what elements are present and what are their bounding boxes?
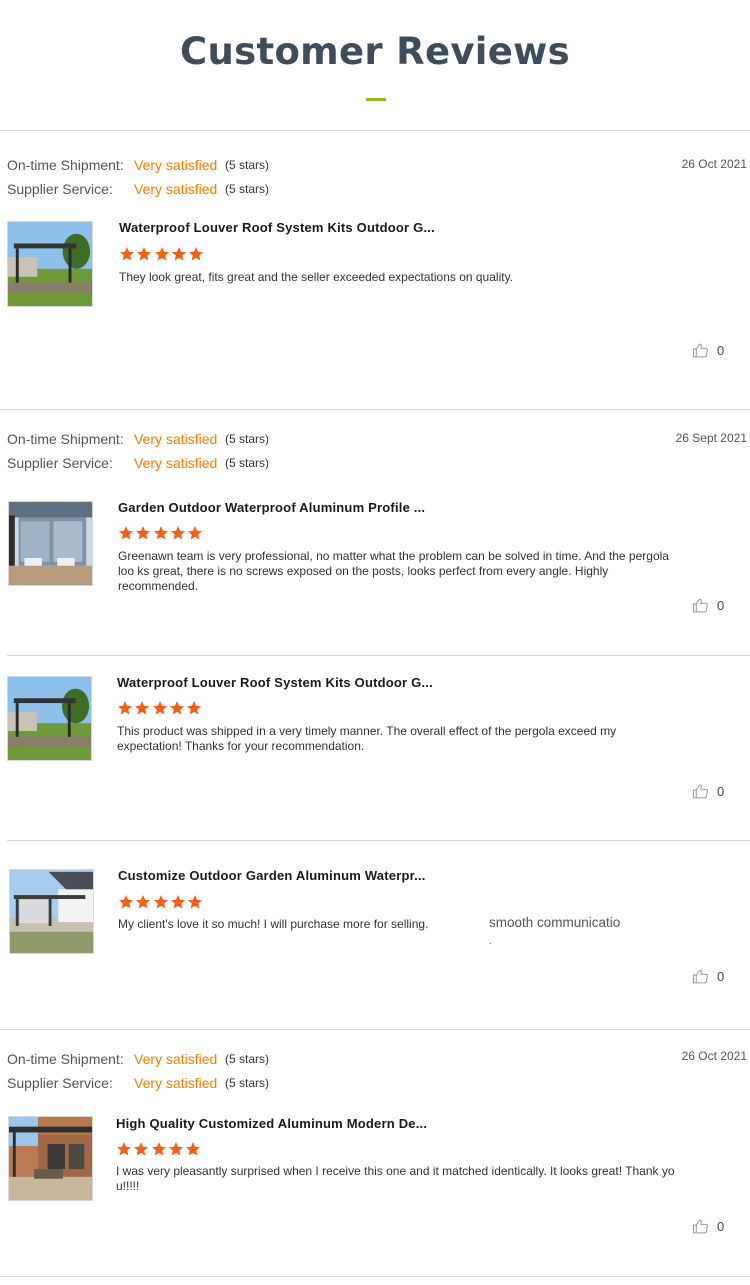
product-title-link[interactable]: Waterproof Louver Roof System Kits Outdo… bbox=[119, 220, 435, 235]
product-thumbnail[interactable] bbox=[7, 676, 92, 761]
shipment-rating: Very satisfied bbox=[134, 1051, 218, 1067]
product-thumbnail[interactable] bbox=[7, 221, 93, 307]
review-text: I was very pleasantly surprised when I r… bbox=[116, 1164, 675, 1193]
star-icon bbox=[185, 1141, 201, 1157]
thumbs-up-icon bbox=[692, 784, 708, 799]
like-button[interactable]: 0 bbox=[692, 342, 732, 362]
like-button[interactable]: 0 bbox=[692, 968, 732, 988]
shipment-stars-count: (5 stars) bbox=[225, 432, 270, 446]
header-divider bbox=[0, 130, 750, 131]
review-date: 26 Oct 2021 bbox=[681, 1049, 747, 1063]
review-date: 26 Oct 2021 bbox=[681, 157, 747, 171]
service-rating: Very satisfied bbox=[134, 1075, 218, 1091]
star-icon bbox=[170, 525, 186, 541]
star-icon bbox=[118, 525, 134, 541]
review-text: They look great, fits great and the sell… bbox=[119, 270, 514, 284]
group-divider bbox=[0, 1276, 750, 1277]
item-divider bbox=[7, 840, 750, 841]
thumbs-up-icon bbox=[692, 343, 708, 358]
star-icon bbox=[134, 700, 150, 716]
star-icon bbox=[136, 246, 152, 262]
like-button[interactable]: 0 bbox=[692, 597, 732, 617]
service-label: Supplier Service: bbox=[7, 1075, 113, 1091]
star-icon bbox=[169, 700, 185, 716]
title-underline bbox=[366, 98, 386, 101]
shipment-stars-count: (5 stars) bbox=[225, 158, 270, 172]
star-rating bbox=[118, 894, 204, 910]
star-icon bbox=[152, 700, 168, 716]
product-thumbnail[interactable] bbox=[8, 501, 93, 586]
product-thumbnail[interactable] bbox=[9, 869, 94, 954]
group-divider bbox=[0, 1029, 750, 1030]
star-icon bbox=[188, 246, 204, 262]
star-rating bbox=[116, 1141, 202, 1157]
star-icon bbox=[153, 894, 169, 910]
group-divider bbox=[0, 409, 750, 410]
thumbs-up-icon bbox=[692, 1219, 708, 1234]
page-title: Customer Reviews bbox=[180, 30, 570, 73]
star-icon bbox=[170, 894, 186, 910]
star-icon bbox=[119, 246, 135, 262]
like-button[interactable]: 0 bbox=[692, 783, 732, 803]
shipment-label: On-time Shipment: bbox=[7, 157, 124, 173]
review-extra-dot: . bbox=[489, 936, 492, 947]
like-count: 0 bbox=[717, 969, 725, 984]
star-icon bbox=[135, 894, 151, 910]
shipment-rating: Very satisfied bbox=[134, 431, 218, 447]
thumbs-up-icon bbox=[692, 598, 708, 613]
star-icon bbox=[116, 1141, 132, 1157]
pergola-image bbox=[9, 502, 92, 585]
review-text: This product was shipped in a very timel… bbox=[117, 724, 617, 753]
star-icon bbox=[117, 700, 133, 716]
star-icon bbox=[135, 525, 151, 541]
product-title-link[interactable]: Garden Outdoor Waterproof Aluminum Profi… bbox=[118, 500, 425, 515]
review-text: My client's love it so much! I will purc… bbox=[118, 917, 429, 931]
star-icon bbox=[168, 1141, 184, 1157]
pergola-image bbox=[8, 222, 92, 306]
product-thumbnail[interactable] bbox=[8, 1116, 93, 1201]
like-count: 0 bbox=[717, 343, 725, 358]
product-title-link[interactable]: Customize Outdoor Garden Aluminum Waterp… bbox=[118, 868, 426, 883]
like-button[interactable]: 0 bbox=[692, 1218, 732, 1238]
service-stars-count: (5 stars) bbox=[225, 456, 270, 470]
star-icon bbox=[171, 246, 187, 262]
product-title-link[interactable]: Waterproof Louver Roof System Kits Outdo… bbox=[117, 675, 433, 690]
star-icon bbox=[186, 700, 202, 716]
review-extra-text: smooth communicatio bbox=[489, 915, 621, 930]
shipment-label: On-time Shipment: bbox=[7, 431, 124, 447]
shipment-stars-count: (5 stars) bbox=[225, 1052, 270, 1066]
like-count: 0 bbox=[717, 598, 725, 613]
star-icon bbox=[133, 1141, 149, 1157]
review-date: 26 Sept 2021 bbox=[675, 431, 747, 445]
shipment-rating: Very satisfied bbox=[134, 157, 218, 173]
service-rating: Very satisfied bbox=[134, 181, 218, 197]
star-icon bbox=[118, 894, 134, 910]
star-icon bbox=[154, 246, 170, 262]
pergola-image bbox=[9, 1117, 92, 1200]
star-icon bbox=[187, 894, 203, 910]
star-icon bbox=[187, 525, 203, 541]
star-icon bbox=[153, 525, 169, 541]
pergola-image bbox=[10, 870, 93, 953]
star-rating bbox=[119, 246, 205, 262]
service-rating: Very satisfied bbox=[134, 455, 218, 471]
service-stars-count: (5 stars) bbox=[225, 1076, 270, 1090]
service-label: Supplier Service: bbox=[7, 181, 113, 197]
service-label: Supplier Service: bbox=[7, 455, 113, 471]
review-text: Greenawn team is very professional, no m… bbox=[118, 549, 669, 593]
star-rating bbox=[117, 700, 203, 716]
star-rating bbox=[118, 525, 204, 541]
product-title-link[interactable]: High Quality Customized Aluminum Modern … bbox=[116, 1116, 427, 1131]
like-count: 0 bbox=[717, 784, 725, 799]
shipment-label: On-time Shipment: bbox=[7, 1051, 124, 1067]
star-icon bbox=[151, 1141, 167, 1157]
item-divider bbox=[7, 655, 750, 656]
service-stars-count: (5 stars) bbox=[225, 182, 270, 196]
like-count: 0 bbox=[717, 1219, 725, 1234]
pergola-image bbox=[8, 677, 91, 760]
thumbs-up-icon bbox=[692, 969, 708, 984]
